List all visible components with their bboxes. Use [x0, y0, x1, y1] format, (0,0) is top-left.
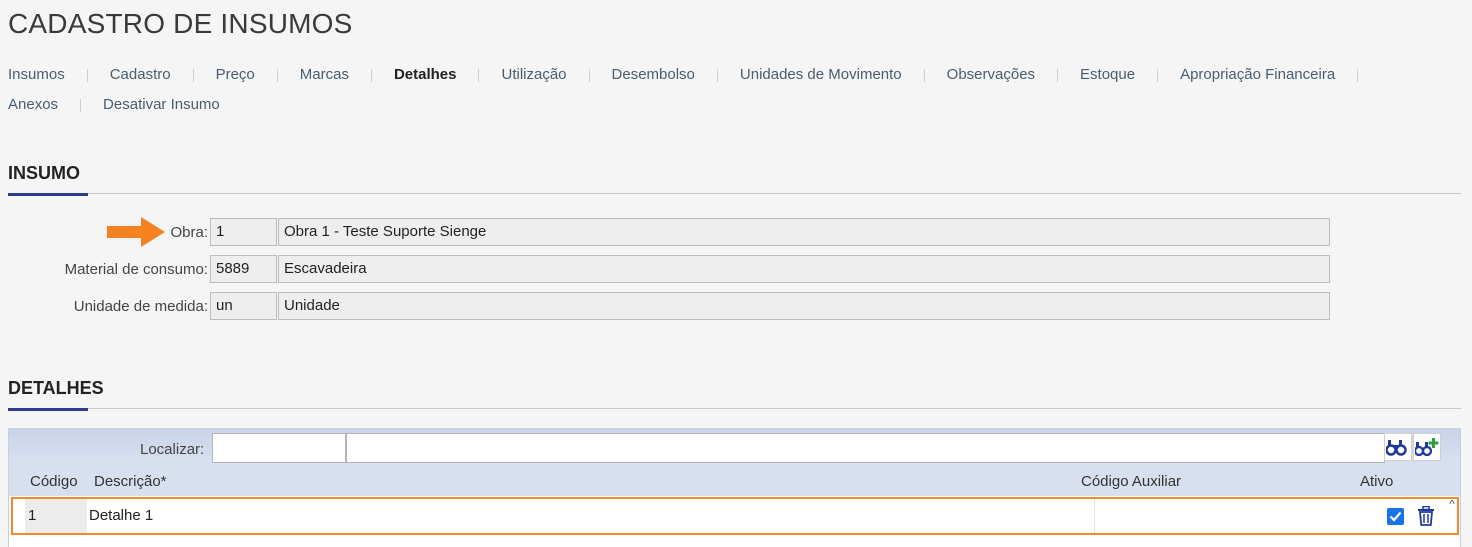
tab-separator: [588, 68, 590, 82]
tab-separator: [86, 68, 88, 82]
obra-code-field: 1: [210, 218, 277, 246]
tab-insumos[interactable]: Insumos: [8, 60, 65, 90]
tab-desembolso[interactable]: Desembolso: [612, 60, 695, 90]
section-title-detalhes: DETALHES: [8, 378, 104, 398]
detalhes-grid: Localizar: Código Descrição* Código Auxi…: [8, 428, 1461, 547]
unidade-code-field: un: [210, 292, 277, 320]
trash-icon[interactable]: [1417, 506, 1435, 526]
obra-description-field: Obra 1 - Teste Suporte Sienge: [278, 218, 1330, 246]
section-accent: [8, 193, 88, 196]
row-descricao-cell[interactable]: Detalhe 1: [89, 499, 1093, 533]
tab-separator: [923, 68, 925, 82]
grid-header: Código Descrição* Código Auxiliar Ativo: [9, 464, 1460, 496]
obra-row: Obra: 1 Obra 1 - Teste Suporte Sienge: [0, 218, 1330, 246]
tab-separator: [370, 68, 372, 82]
search-label: Localizar:: [140, 441, 205, 458]
row-codigo-auxiliar-cell[interactable]: [1094, 499, 1364, 533]
column-descricao[interactable]: Descrição*: [94, 473, 167, 490]
tab-separator: [1357, 68, 1359, 82]
table-row[interactable]: 1 Detalhe 1: [11, 497, 1459, 535]
column-codigo-auxiliar[interactable]: Código Auxiliar: [1081, 473, 1181, 490]
tab-cadastro[interactable]: Cadastro: [110, 60, 171, 90]
material-label: Material de consumo:: [64, 260, 208, 278]
tab-bar: Insumos Cadastro Preço Marcas Detalhes U…: [8, 60, 1468, 120]
search-input[interactable]: [212, 433, 346, 463]
tab-estoque[interactable]: Estoque: [1080, 60, 1135, 90]
tab-marcas[interactable]: Marcas: [300, 60, 349, 90]
tab-row-1: Insumos Cadastro Preço Marcas Detalhes U…: [8, 60, 1468, 90]
section-title-insumo: INSUMO: [8, 163, 80, 183]
tab-row-2: Anexos Desativar Insumo: [8, 90, 1468, 120]
page-title: CADASTRO DE INSUMOS: [8, 8, 353, 39]
tab-unidades-de-movimento[interactable]: Unidades de Movimento: [740, 60, 902, 90]
tab-separator: [80, 98, 82, 112]
material-code-field: 5889: [210, 255, 277, 283]
obra-label: Obra:: [170, 223, 208, 241]
tab-anexos[interactable]: Anexos: [8, 90, 58, 120]
tab-separator: [1157, 68, 1159, 82]
material-row: Material de consumo: 5889 Escavadeira: [0, 255, 1330, 283]
section-divider: [8, 408, 1461, 409]
tab-separator: [192, 68, 194, 82]
search-input-secondary[interactable]: [346, 433, 1385, 463]
check-icon: [1389, 511, 1402, 522]
section-divider: [8, 193, 1461, 194]
unidade-description-field: Unidade: [278, 292, 1330, 320]
unidade-row: Unidade de medida: un Unidade: [0, 292, 1330, 320]
section-accent: [8, 408, 88, 411]
binoculars-add-icon[interactable]: [1413, 433, 1441, 461]
ativo-checkbox[interactable]: [1387, 508, 1404, 525]
tab-desativar-insumo[interactable]: Desativar Insumo: [103, 90, 220, 120]
binoculars-icon[interactable]: [1384, 433, 1412, 461]
tab-apropriacao-financeira[interactable]: Apropriação Financeira: [1180, 60, 1335, 90]
tab-utilizacao[interactable]: Utilização: [501, 60, 566, 90]
scroll-up-icon[interactable]: ^: [1446, 497, 1458, 511]
tab-separator: [478, 68, 480, 82]
tab-separator: [276, 68, 278, 82]
column-ativo[interactable]: Ativo: [1360, 473, 1393, 490]
unidade-label: Unidade de medida:: [73, 297, 208, 315]
row-codigo-cell[interactable]: 1: [25, 499, 87, 533]
tab-separator: [716, 68, 718, 82]
tab-preco[interactable]: Preço: [216, 60, 255, 90]
column-codigo[interactable]: Código: [30, 473, 78, 490]
material-description-field: Escavadeira: [278, 255, 1330, 283]
tab-observacoes[interactable]: Observações: [947, 60, 1035, 90]
tab-detalhes[interactable]: Detalhes: [394, 60, 457, 90]
tab-separator: [1057, 68, 1059, 82]
